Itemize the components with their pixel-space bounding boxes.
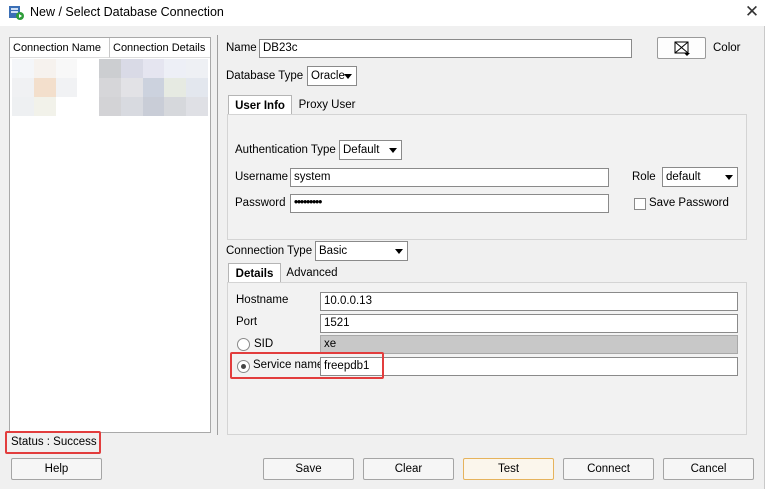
service-name-highlight	[230, 352, 384, 379]
window-edge	[764, 26, 769, 489]
tab-proxy-user[interactable]: Proxy User	[294, 95, 360, 115]
column-header-connection-name[interactable]: Connection Name	[10, 38, 110, 58]
role-label: Role	[632, 171, 656, 183]
tab-advanced[interactable]: Advanced	[282, 263, 342, 283]
database-type-select[interactable]: Oracle	[307, 66, 357, 86]
sid-label[interactable]: SID	[254, 338, 273, 350]
hostname-label: Hostname	[236, 294, 289, 306]
title-bar: New / Select Database Connection ✕	[0, 0, 769, 26]
role-select[interactable]: default	[662, 167, 738, 187]
save-button[interactable]: Save	[263, 458, 354, 480]
tab-details[interactable]: Details	[228, 263, 281, 283]
password-label: Password	[235, 197, 286, 209]
database-type-label: Database Type	[226, 70, 304, 82]
port-input[interactable]: 1521	[320, 314, 738, 333]
username-input[interactable]: system	[290, 168, 609, 187]
help-button[interactable]: Help	[11, 458, 102, 480]
cancel-button[interactable]: Cancel	[663, 458, 754, 480]
splitter[interactable]	[217, 35, 218, 435]
password-input[interactable]: •••••••••	[290, 194, 609, 213]
sid-radio[interactable]	[237, 338, 250, 351]
database-type-value: Oracle	[311, 70, 345, 82]
color-label: Color	[713, 42, 741, 54]
dropdown-arrow-icon	[395, 249, 403, 254]
username-label: Username	[235, 171, 289, 183]
blurred-connection-rows	[12, 59, 209, 116]
name-label: Name	[226, 42, 257, 54]
name-input[interactable]: DB23c	[259, 39, 632, 58]
color-button[interactable]	[657, 37, 706, 59]
authentication-type-label: Authentication Type	[235, 144, 336, 156]
color-picker-icon	[674, 41, 690, 56]
port-label: Port	[236, 316, 258, 328]
save-password-checkbox[interactable]	[634, 198, 646, 210]
sql-developer-icon	[9, 6, 24, 20]
connections-table[interactable]: Connection Name Connection Details	[9, 37, 211, 433]
connect-button[interactable]: Connect	[563, 458, 654, 480]
dropdown-arrow-icon	[344, 74, 352, 79]
test-button[interactable]: Test	[463, 458, 554, 480]
clear-button[interactable]: Clear	[363, 458, 454, 480]
tab-user-info[interactable]: User Info	[228, 95, 292, 115]
authentication-type-select[interactable]: Default	[339, 140, 402, 160]
role-value: default	[666, 171, 701, 183]
window-title: New / Select Database Connection	[30, 5, 224, 19]
connection-type-value: Basic	[319, 245, 348, 257]
authentication-type-value: Default	[343, 144, 380, 156]
hostname-input[interactable]: 10.0.0.13	[320, 292, 738, 311]
status-highlight	[5, 431, 101, 454]
column-header-connection-details[interactable]: Connection Details	[110, 38, 210, 58]
save-password-label[interactable]: Save Password	[649, 197, 729, 209]
close-icon[interactable]: ✕	[742, 2, 762, 22]
dropdown-arrow-icon	[725, 175, 733, 180]
connection-type-label: Connection Type	[226, 245, 313, 257]
dropdown-arrow-icon	[389, 148, 397, 153]
connection-type-select[interactable]: Basic	[315, 241, 408, 261]
